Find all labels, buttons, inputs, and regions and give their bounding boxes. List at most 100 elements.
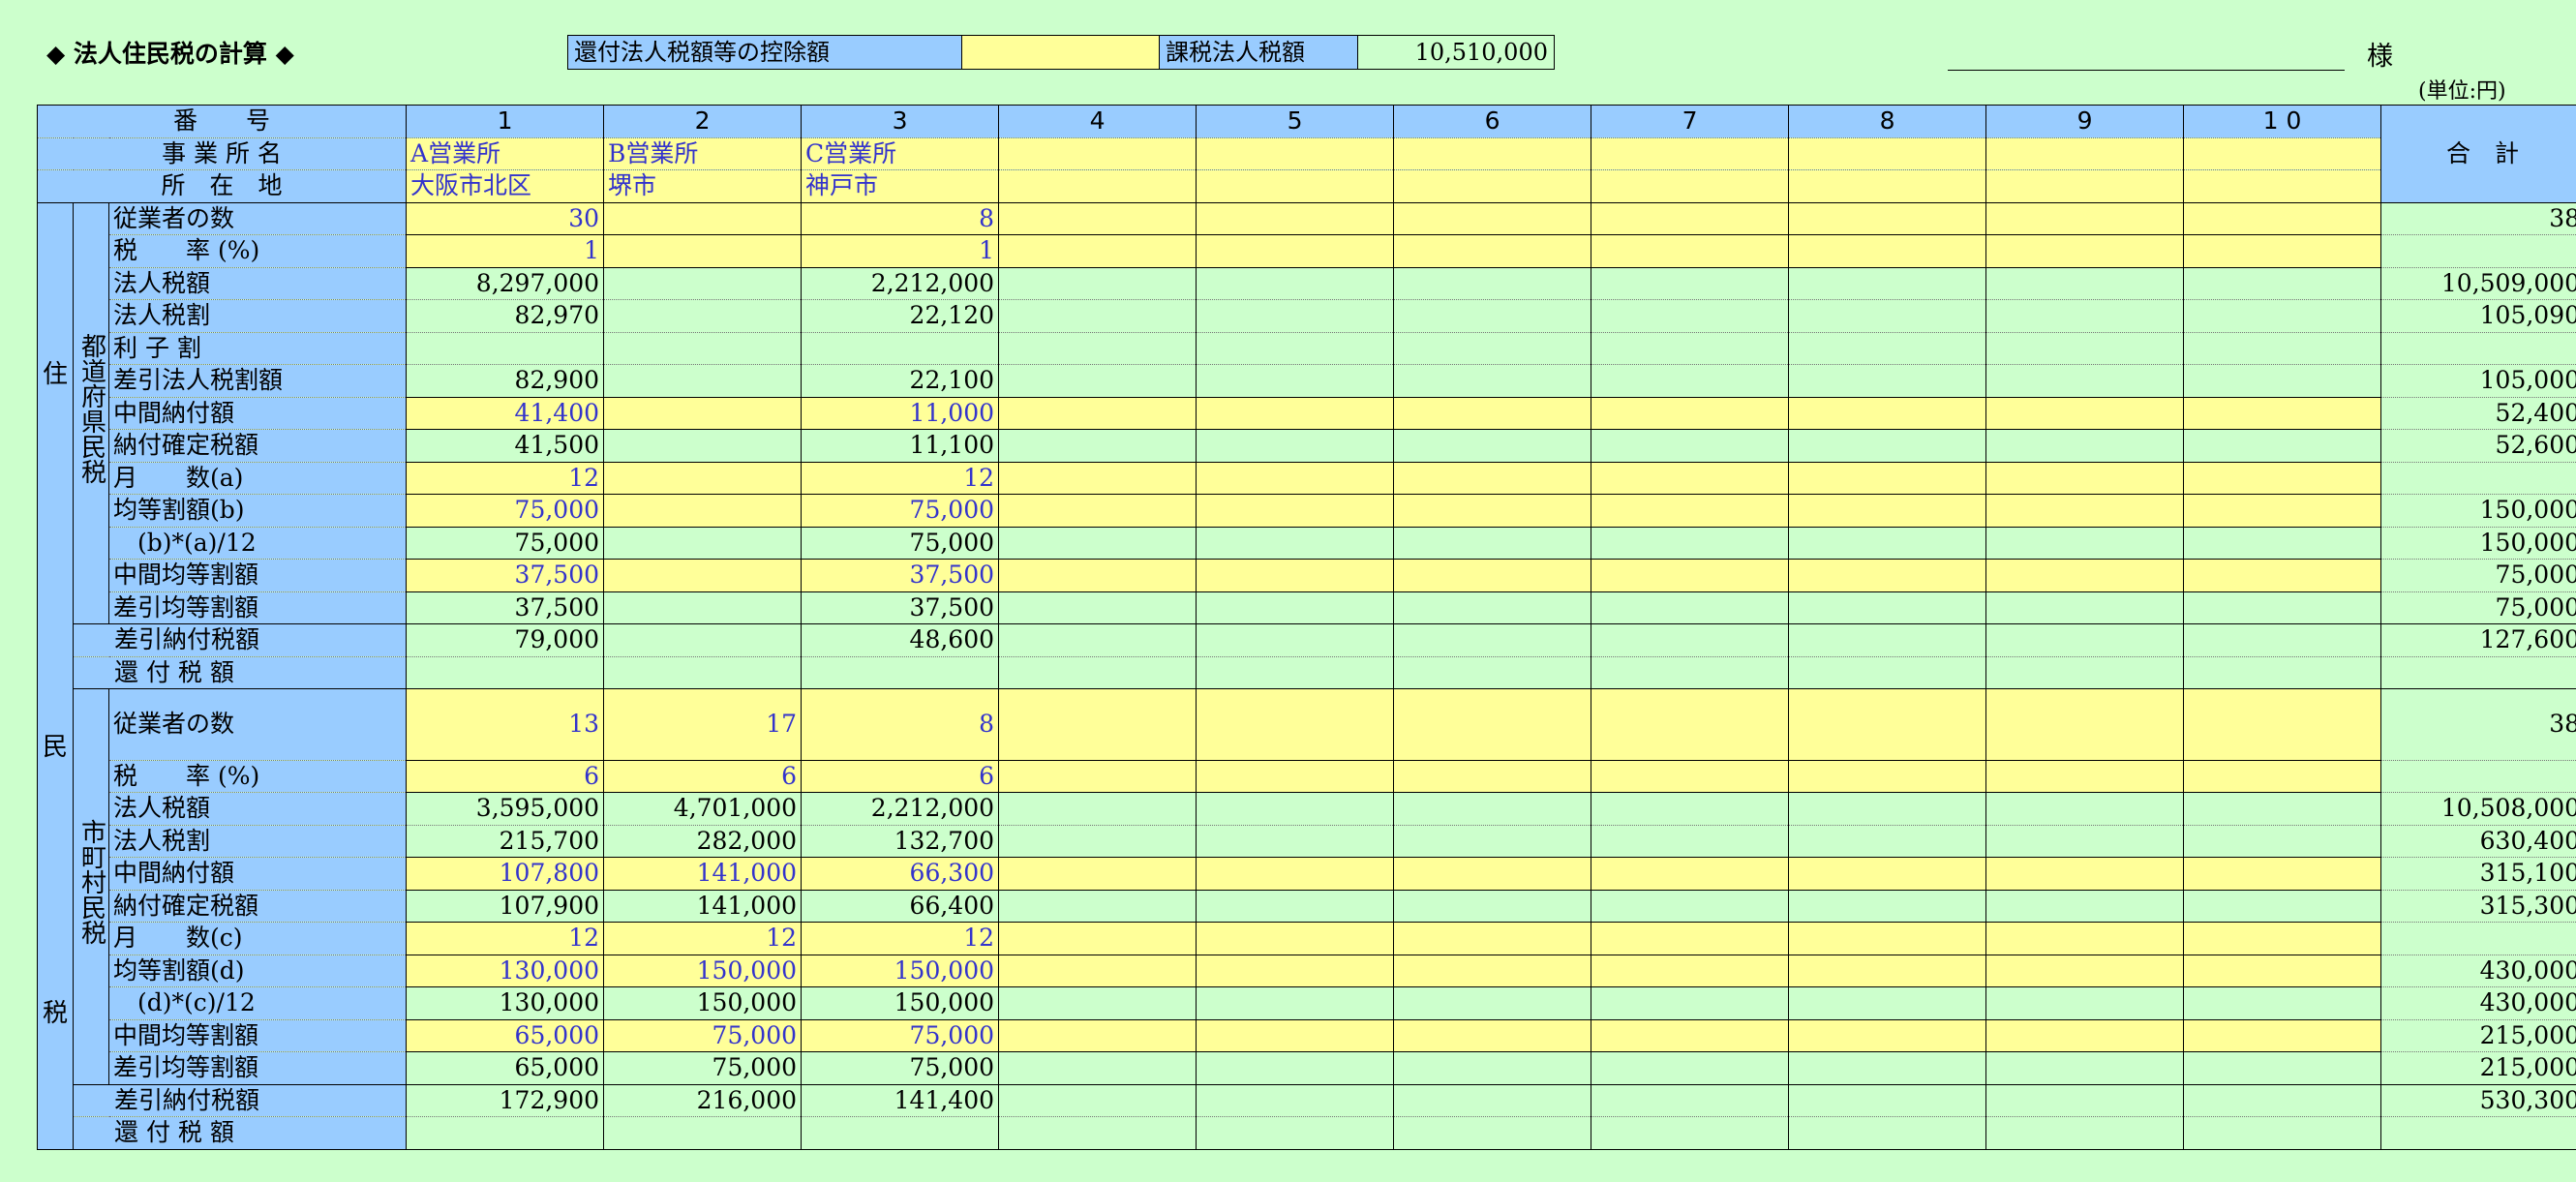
value-input[interactable]: [1985, 954, 2185, 988]
value-input[interactable]: [1591, 954, 1790, 988]
value-input[interactable]: [1788, 922, 1987, 955]
value-input[interactable]: [1591, 494, 1790, 528]
value-input[interactable]: [998, 494, 1197, 528]
value-input[interactable]: 150,000: [801, 954, 1000, 988]
value-input[interactable]: [998, 461, 1197, 495]
value-input[interactable]: 75,000: [801, 494, 1000, 528]
value-input[interactable]: [1393, 559, 1592, 592]
value-input[interactable]: [998, 954, 1197, 988]
value-input[interactable]: 130,000: [406, 954, 605, 988]
value-input[interactable]: [1788, 954, 1987, 988]
value-input[interactable]: [1985, 234, 2185, 268]
value-input[interactable]: [1788, 688, 1987, 761]
office-name-input[interactable]: [2183, 136, 2382, 170]
location-input[interactable]: [1985, 169, 2185, 203]
value-input[interactable]: 107,800: [406, 857, 605, 891]
value-input[interactable]: 6: [603, 759, 803, 794]
value-input[interactable]: [1591, 461, 1790, 495]
value-input[interactable]: [1985, 688, 2185, 761]
value-input[interactable]: 1: [801, 234, 1000, 268]
value-input[interactable]: [1788, 759, 1987, 794]
value-input[interactable]: [603, 234, 803, 268]
office-name-input[interactable]: A営業所: [406, 136, 605, 170]
location-input[interactable]: 堺市: [603, 169, 803, 203]
location-input[interactable]: [2183, 169, 2382, 203]
value-input[interactable]: [1393, 461, 1592, 495]
value-input[interactable]: [1196, 759, 1395, 794]
value-input[interactable]: [1985, 396, 2185, 430]
value-input[interactable]: 65,000: [406, 1018, 605, 1053]
value-input[interactable]: [2183, 922, 2382, 955]
value-input[interactable]: [1985, 857, 2185, 891]
value-input[interactable]: [1196, 922, 1395, 955]
value-input[interactable]: [1393, 857, 1592, 891]
office-name-input[interactable]: B営業所: [603, 136, 803, 170]
value-input[interactable]: [1788, 234, 1987, 268]
value-input[interactable]: [1985, 201, 2185, 235]
value-input[interactable]: 8: [801, 201, 1000, 235]
value-input[interactable]: [1591, 559, 1790, 592]
value-input[interactable]: [1788, 494, 1987, 528]
value-input[interactable]: 12: [603, 922, 803, 955]
office-name-input[interactable]: [1196, 136, 1395, 170]
value-input[interactable]: [603, 494, 803, 528]
value-input[interactable]: [2183, 461, 2382, 495]
value-input[interactable]: [603, 559, 803, 592]
value-input[interactable]: [1788, 559, 1987, 592]
value-input[interactable]: [2183, 1018, 2382, 1053]
value-input[interactable]: 8: [801, 688, 1000, 761]
value-input[interactable]: [1393, 922, 1592, 955]
value-input[interactable]: [998, 688, 1197, 761]
value-input[interactable]: [1196, 688, 1395, 761]
value-input[interactable]: [1393, 688, 1592, 761]
value-input[interactable]: [1196, 559, 1395, 592]
value-input[interactable]: [1985, 461, 2185, 495]
value-input[interactable]: [1393, 396, 1592, 430]
value-input[interactable]: [1393, 201, 1592, 235]
value-input[interactable]: [1985, 1018, 2185, 1053]
value-input[interactable]: 12: [801, 922, 1000, 955]
value-input[interactable]: [2183, 688, 2382, 761]
value-input[interactable]: [1196, 954, 1395, 988]
value-input[interactable]: 66,300: [801, 857, 1000, 891]
value-input[interactable]: [1591, 759, 1790, 794]
location-input[interactable]: [998, 169, 1197, 203]
value-input[interactable]: 75,000: [603, 1018, 803, 1053]
office-name-input[interactable]: [1393, 136, 1592, 170]
value-input[interactable]: [1591, 1018, 1790, 1053]
value-input[interactable]: [2183, 201, 2382, 235]
location-input[interactable]: [1196, 169, 1395, 203]
value-input[interactable]: 37,500: [801, 559, 1000, 592]
value-input[interactable]: 12: [406, 922, 605, 955]
location-input[interactable]: [1393, 169, 1592, 203]
value-input[interactable]: [1985, 559, 2185, 592]
office-name-input[interactable]: [1985, 136, 2185, 170]
value-input[interactable]: [1788, 1018, 1987, 1053]
office-name-input[interactable]: [998, 136, 1197, 170]
value-input[interactable]: [998, 1018, 1197, 1053]
value-input[interactable]: [998, 922, 1197, 955]
value-input[interactable]: [998, 396, 1197, 430]
location-input[interactable]: [1788, 169, 1987, 203]
value-input[interactable]: [998, 759, 1197, 794]
value-input[interactable]: [1591, 688, 1790, 761]
value-input[interactable]: [603, 396, 803, 430]
office-name-input[interactable]: [1591, 136, 1790, 170]
value-input[interactable]: [1196, 396, 1395, 430]
value-input[interactable]: [1393, 234, 1592, 268]
value-input[interactable]: [1196, 461, 1395, 495]
value-input[interactable]: [998, 234, 1197, 268]
value-input[interactable]: 41,400: [406, 396, 605, 430]
value-input[interactable]: [1985, 494, 2185, 528]
value-input[interactable]: 6: [406, 759, 605, 794]
value-input[interactable]: [1591, 396, 1790, 430]
value-input[interactable]: 150,000: [603, 954, 803, 988]
value-input[interactable]: [1393, 759, 1592, 794]
office-name-input[interactable]: C営業所: [801, 136, 1000, 170]
value-input[interactable]: [1196, 234, 1395, 268]
value-input[interactable]: [603, 461, 803, 495]
value-input[interactable]: [1196, 201, 1395, 235]
value-input[interactable]: [1591, 201, 1790, 235]
value-input[interactable]: 37,500: [406, 559, 605, 592]
value-input[interactable]: 141,000: [603, 857, 803, 891]
